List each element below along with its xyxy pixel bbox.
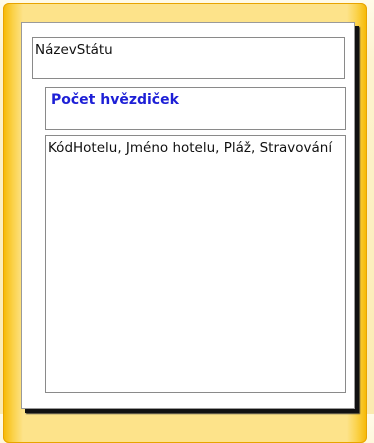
state-name-field[interactable]: NázevStátu — [32, 37, 345, 79]
hotel-details-field[interactable]: KódHotelu, Jméno hotelu, Pláž, Stravován… — [45, 135, 346, 393]
star-count-label: Počet hvězdiček — [51, 92, 179, 108]
state-name-label: NázevStátu — [35, 42, 113, 58]
star-count-field[interactable]: Počet hvězdiček — [45, 87, 346, 130]
hotel-details-label: KódHotelu, Jméno hotelu, Pláž, Stravován… — [48, 140, 333, 156]
report-card: NázevStátu Počet hvězdiček KódHotelu, Jm… — [21, 22, 355, 409]
